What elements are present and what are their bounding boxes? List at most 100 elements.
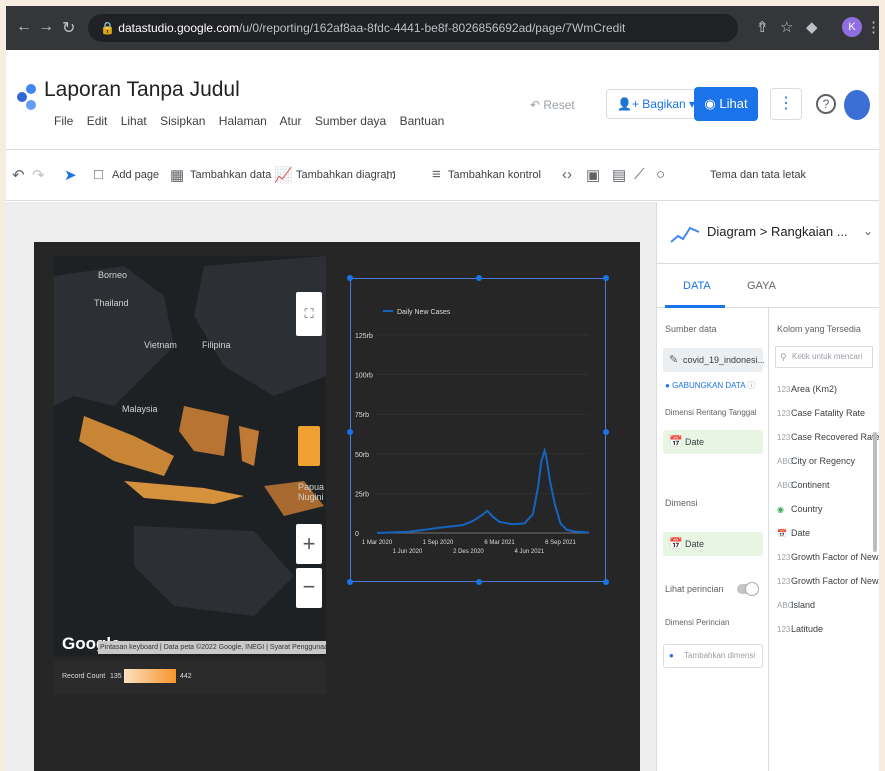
properties-panel: Diagram > Rangkaian ... ⌄ DATA GAYA Sumb…: [656, 202, 879, 771]
data-studio-logo-icon: [17, 84, 36, 110]
field-item[interactable]: ABCCity or Regency: [777, 456, 855, 466]
menu-edit[interactable]: Edit: [87, 114, 108, 128]
back-icon[interactable]: ←: [16, 18, 32, 36]
available-fields: Kolom yang Tersedia ⚲ Ketik untuk mencar…: [769, 308, 879, 771]
fullscreen-icon[interactable]: ⛶: [296, 292, 322, 336]
report-title[interactable]: Laporan Tanpa Judul: [44, 78, 240, 102]
field-item[interactable]: 123Latitude: [777, 624, 823, 634]
add-control-button[interactable]: Tambahkan kontrol: [448, 169, 541, 181]
search-icon: ⚲: [780, 352, 787, 362]
time-series-icon: [670, 226, 700, 243]
fields-title: Kolom yang Tersedia: [777, 324, 861, 334]
zoom-in-icon[interactable]: +: [296, 524, 322, 564]
image-icon[interactable]: ▣: [586, 166, 600, 184]
data-source-field[interactable]: ✎ covid_19_indonesi...: [663, 348, 765, 372]
field-item[interactable]: ABCIsland: [777, 600, 815, 610]
zoom-out-icon[interactable]: −: [296, 568, 322, 608]
x-tick-label: 1 Jun 2020: [393, 549, 423, 555]
chevron-down-icon[interactable]: ⌄: [863, 224, 873, 238]
add-page-button[interactable]: Add page: [112, 169, 159, 181]
panel-title[interactable]: Diagram > Rangkaian ...: [707, 224, 848, 239]
view-button[interactable]: ◉ Lihat: [694, 87, 758, 121]
map-label: Borneo: [98, 270, 128, 280]
reset-button[interactable]: ↶ Reset: [530, 98, 575, 112]
date-range-dimension-field[interactable]: 📅 Date: [663, 430, 763, 454]
extensions-icon[interactable]: ◆: [806, 18, 818, 36]
y-tick-label: 75rb: [355, 412, 369, 419]
y-tick-label: 25rb: [355, 491, 369, 498]
community-viz-icon[interactable]: ∷: [386, 166, 396, 184]
select-cursor-icon[interactable]: ➤: [64, 166, 77, 184]
time-series-chart[interactable]: Daily New Cases 125rb 100rb 75rb 50rb 25rb 0 1 …: [347, 275, 609, 585]
field-item[interactable]: ABCContinent: [777, 480, 830, 490]
legend-gradient: [124, 669, 176, 683]
share-button[interactable]: 👤+ Bagikan ▾: [606, 89, 707, 119]
chrome-menu-icon[interactable]: ⋮: [866, 18, 879, 36]
menu-page[interactable]: Halaman: [219, 114, 267, 128]
menu-resources[interactable]: Sumber daya: [315, 114, 386, 128]
map-label: Thailand: [94, 298, 129, 308]
add-page-icon: □: [94, 166, 104, 183]
data-properties: Sumber data ✎ covid_19_indonesi... ● GAB…: [657, 308, 769, 771]
resize-handle[interactable]: [603, 579, 609, 585]
resize-handle[interactable]: [603, 275, 609, 281]
address-bar[interactable]: 🔒 datastudio.google.com/u/0/reporting/16…: [88, 14, 738, 42]
resize-handle[interactable]: [603, 429, 609, 435]
field-item[interactable]: 123Case Recovered Rate: [777, 432, 879, 442]
map-label: Vietnam: [144, 340, 177, 350]
line-icon[interactable]: ⟋: [634, 166, 645, 183]
map-label: Malaysia: [122, 404, 158, 414]
blend-data-button[interactable]: ● GABUNGKAN DATA ⓘ: [665, 380, 755, 391]
menu-insert[interactable]: Sisipkan: [160, 114, 205, 128]
add-data-button[interactable]: Tambahkan data: [190, 169, 271, 181]
map-attribution[interactable]: Pintasan keyboard | Data peta ©2022 Goog…: [98, 641, 326, 654]
field-item[interactable]: ◉ Country: [777, 504, 823, 514]
panel-header: Diagram > Rangkaian ... ⌄: [657, 202, 879, 264]
fields-scrollbar[interactable]: [873, 432, 877, 552]
resize-handle[interactable]: [347, 275, 353, 281]
avatar[interactable]: [844, 90, 870, 120]
theme-layout-button[interactable]: Tema dan tata letak: [710, 169, 806, 181]
profile-avatar[interactable]: K: [842, 17, 862, 37]
tab-style[interactable]: GAYA: [747, 280, 776, 292]
map-label: Papua Nugini: [298, 482, 325, 502]
menu-file[interactable]: File: [54, 114, 73, 128]
field-item[interactable]: 📅 Date: [777, 528, 810, 538]
pencil-icon[interactable]: ✎: [669, 348, 678, 372]
menu-view[interactable]: Lihat: [121, 114, 147, 128]
forward-icon[interactable]: →: [38, 18, 54, 36]
undo-icon[interactable]: ↶: [12, 166, 25, 184]
report-page[interactable]: Borneo Thailand Vietnam Filipina Malaysi…: [34, 242, 640, 771]
street-view-pegman-icon[interactable]: [298, 426, 320, 466]
more-options-icon[interactable]: ⋮: [770, 88, 802, 120]
resize-handle[interactable]: [347, 429, 353, 435]
field-item[interactable]: 123Growth Factor of New...: [777, 552, 879, 562]
shape-icon[interactable]: ○: [656, 166, 665, 183]
reload-icon[interactable]: ↻: [62, 18, 75, 38]
field-item[interactable]: 123Case Fatality Rate: [777, 408, 865, 418]
menu-help[interactable]: Bantuan: [400, 114, 445, 128]
resize-handle[interactable]: [476, 579, 482, 585]
help-icon[interactable]: ?: [816, 94, 836, 114]
menu-arrange[interactable]: Atur: [280, 114, 302, 128]
text-box-icon[interactable]: ▤: [612, 166, 626, 184]
add-dimension-button[interactable]: ● Tambahkan dimensi: [663, 644, 763, 668]
redo-icon[interactable]: ↷: [32, 166, 45, 184]
field-item[interactable]: 123Area (Km2): [777, 384, 837, 394]
field-item[interactable]: 123Growth Factor of New...: [777, 576, 879, 586]
geo-map[interactable]: Borneo Thailand Vietnam Filipina Malaysi…: [54, 256, 326, 656]
date-range-dimension-label: Dimensi Rentang Tanggal: [665, 408, 757, 417]
share-page-icon[interactable]: ⇮: [756, 18, 769, 36]
resize-handle[interactable]: [347, 579, 353, 585]
add-chart-button[interactable]: Tambahkan diagram: [296, 169, 396, 181]
dimension-field[interactable]: 📅 Date: [663, 532, 763, 556]
drill-down-toggle[interactable]: [737, 582, 759, 596]
bookmark-star-icon[interactable]: ☆: [780, 18, 793, 36]
url-path: /u/0/reporting/162af8aa-8fdc-4441-be8f-8…: [239, 21, 626, 35]
report-canvas[interactable]: Borneo Thailand Vietnam Filipina Malaysi…: [6, 202, 656, 771]
resize-handle[interactable]: [476, 275, 482, 281]
code-embed-icon[interactable]: ‹›: [562, 166, 572, 183]
field-search-input[interactable]: ⚲ Ketik untuk mencari: [775, 346, 873, 368]
x-tick-label: 6 Sep 2021: [545, 540, 576, 546]
tab-data[interactable]: DATA: [683, 280, 711, 292]
